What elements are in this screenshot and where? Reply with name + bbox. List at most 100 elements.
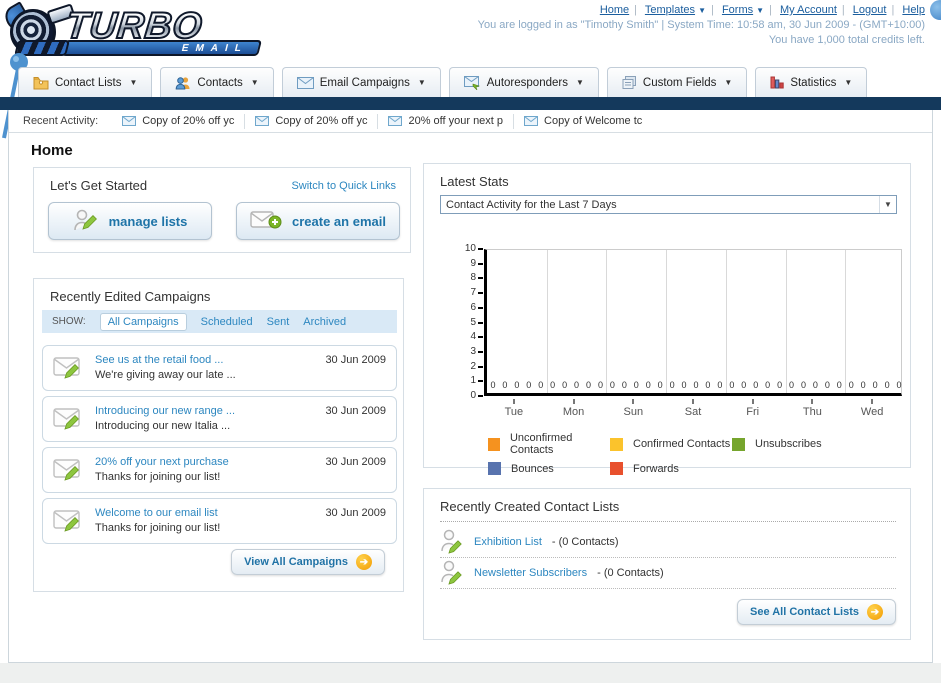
gridline [666,250,667,393]
bar-value-label: 0 [538,380,544,390]
bar-value-label: 0 [812,380,818,390]
gridline [786,250,787,393]
contact-lists-panel-title: Recently Created Contact Lists [440,499,896,522]
chevron-down-icon: ▼ [698,6,707,15]
chart-plot: 00000000000000000000000000000000000 [484,249,902,396]
recently-edited-campaigns-panel: Recently Edited Campaigns SHOW: All Camp… [33,278,404,592]
main-tabbar: Contact Lists ▼ Contacts ▼ Email Campaig… [0,67,941,97]
login-status-text: You are logged in as "Timothy Smith" | S… [477,19,925,31]
contact-list-item[interactable]: Exhibition List - (0 Contacts) [440,527,896,558]
bar-value-label: 0 [860,380,866,390]
arrow-right-icon: ➔ [356,554,372,570]
contact-list-link[interactable]: Exhibition List [474,536,542,548]
header: TURBO EMAIL Home | Templates ▼ | Forms ▼ | … [0,0,941,139]
gridline [726,250,727,393]
bar-value-label: 0 [884,380,890,390]
y-axis-tick [478,306,483,309]
legend-swatch [488,437,500,451]
tab-statistics[interactable]: Statistics ▼ [755,67,868,97]
corner-dot-decoration [930,0,941,20]
nav-my-account-link[interactable]: My Account [780,4,837,16]
bar-value-label: 0 [896,380,902,390]
tab-contact-lists[interactable]: Contact Lists ▼ [18,67,153,97]
legend-item: Unsubscribes [732,432,902,456]
y-axis-label: 5 [470,316,476,328]
x-axis-tick [811,399,814,404]
campaign-row[interactable]: 20% off your next purchase Thanks for jo… [42,447,397,493]
tab-label: Custom Fields [642,76,717,89]
stats-dropdown[interactable]: Contact Activity for the Last 7 Days ▼ [440,195,897,214]
campaign-title-link[interactable]: Introducing our new range ... [95,405,235,417]
tab-custom-fields[interactable]: Custom Fields ▼ [606,67,748,97]
recent-activity-item[interactable]: Copy of 20% off yc [245,113,379,129]
filter-scheduled[interactable]: Scheduled [201,316,253,328]
see-all-contact-lists-button[interactable]: See All Contact Lists ➔ [736,599,896,625]
nav-forms-link[interactable]: Forms [722,4,753,16]
switch-to-quick-links[interactable]: Switch to Quick Links [291,180,396,192]
tab-email-campaigns[interactable]: Email Campaigns ▼ [281,67,441,97]
contact-list-link[interactable]: Newsletter Subscribers [474,567,587,579]
chevron-down-icon: ▼ [417,78,426,87]
y-axis-label: 9 [470,257,476,269]
y-axis-label: 3 [470,345,476,357]
envelope-arrow-icon [463,75,481,90]
filter-archived[interactable]: Archived [303,316,346,328]
bar-value-label: 0 [490,380,496,390]
nav-logout-link[interactable]: Logout [853,4,887,16]
campaign-title-link[interactable]: 20% off your next purchase [95,456,229,468]
filter-sent[interactable]: Sent [267,316,290,328]
nav-help-link[interactable]: Help [902,4,925,16]
x-axis-tick [871,399,874,404]
filter-all-campaigns[interactable]: All Campaigns [99,312,187,331]
envelope-pencil-icon [53,405,85,434]
folder-icon [33,76,49,90]
bar-value-label: 0 [729,380,735,390]
bar-value-label: 0 [777,380,783,390]
x-axis-label: Sun [623,406,644,418]
nav-home-link[interactable]: Home [600,4,629,16]
bar-value-label: 0 [669,380,675,390]
campaign-subtitle: Thanks for joining our list! [95,471,221,483]
bar-value-label: 0 [621,380,627,390]
tab-autoresponders[interactable]: Autoresponders ▼ [448,67,599,97]
y-axis-tick [478,248,483,250]
legend-item: Forwards [610,462,732,475]
campaign-title-link[interactable]: See us at the retail food ... [95,354,223,366]
contact-list-item[interactable]: Newsletter Subscribers - (0 Contacts) [440,558,896,589]
bar-value-label: 0 [526,380,532,390]
header-right: Home | Templates ▼ | Forms ▼ | My Account | … [478,4,925,46]
campaign-title-link[interactable]: Welcome to our email list [95,507,218,519]
y-axis-label: 8 [470,272,476,284]
legend-swatch [488,462,501,475]
recent-activity-item[interactable]: 20% off your next p [378,113,515,129]
page: TURBO EMAIL Home | Templates ▼ | Forms ▼ | … [0,0,941,683]
y-axis-label: 10 [464,243,476,254]
envelope-icon [388,116,403,126]
x-axis-label: Tue [504,406,524,418]
nav-templates-link[interactable]: Templates [645,4,695,16]
manage-lists-button[interactable]: manage lists [48,202,212,240]
campaign-subtitle: Introducing our new Italia ... [95,420,231,432]
chevron-down-icon: ▼ [575,78,584,87]
chevron-down-icon: ▼ [844,78,853,87]
x-axis-tick [692,399,694,404]
campaign-row[interactable]: Introducing our new range ... Introducin… [42,396,397,442]
create-an-email-button[interactable]: create an email [236,202,400,240]
page-bottom-strip [0,663,941,683]
envelope-icon [255,116,270,126]
gridline [547,250,548,393]
chart-legend: Unconfirmed Contacts Confirmed Contacts Un… [488,432,902,475]
legend-swatch [732,437,745,451]
tab-label: Contacts [197,76,243,89]
recent-activity-item[interactable]: Copy of Welcome tc [514,114,652,129]
x-axis-label: Mon [562,406,585,418]
tab-label: Autoresponders [486,76,568,89]
show-label: SHOW: [52,316,86,327]
tab-contacts[interactable]: Contacts ▼ [160,67,274,97]
stats-chart: 00000000000000000000000000000000000 0123… [454,243,924,434]
campaign-row[interactable]: See us at the retail food ... We're givi… [42,345,397,391]
campaign-row[interactable]: Welcome to our email list Thanks for joi… [42,498,397,544]
bar-value-label: 0 [741,380,747,390]
view-all-campaigns-button[interactable]: View All Campaigns ➔ [231,549,385,575]
recent-activity-item[interactable]: Copy of 20% off yc [112,113,246,129]
